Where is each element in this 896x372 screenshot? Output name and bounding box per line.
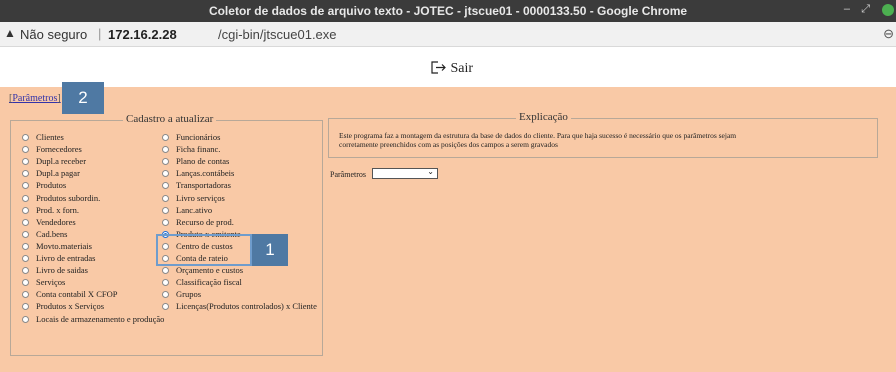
selection-highlight (156, 234, 252, 266)
annotation-badge-2: 2 (62, 82, 104, 114)
option-label[interactable]: Fornecedores (36, 144, 82, 154)
option-label[interactable]: Orçamento e custos (176, 265, 243, 275)
option-label[interactable]: Lanc.ativo (176, 205, 212, 215)
option-label[interactable]: Licenças(Produtos controlados) x Cliente (176, 301, 317, 311)
option-label[interactable]: Livro de entradas (36, 253, 95, 263)
parameters-link-label[interactable]: Parâmetros (12, 93, 57, 104)
option-label[interactable]: Classificação fiscal (176, 277, 242, 287)
option-label[interactable]: Funcionários (176, 132, 220, 142)
option-label[interactable]: Dupl.a receber (36, 156, 86, 166)
address-separator: | (98, 26, 102, 41)
option-label[interactable]: Livro de saidas (36, 265, 88, 275)
close-button[interactable] (882, 4, 894, 16)
annotation-badge-1: 1 (252, 234, 288, 266)
explanation-fieldset: Explicação Este programa faz a montagem … (328, 111, 878, 158)
minimize-button[interactable]: – (844, 3, 850, 15)
radio-left-15[interactable] (22, 315, 29, 323)
radio-left-8[interactable] (22, 230, 29, 238)
option-label[interactable]: Ficha financ. (176, 144, 220, 154)
option-label[interactable]: Conta contabil X CFOP (36, 289, 117, 299)
url-path[interactable]: /cgi-bin/jtscue01.exe (218, 27, 337, 42)
warning-icon: ▲ (4, 26, 16, 40)
parameters-select[interactable]: ⌄ (372, 167, 438, 179)
address-bar[interactable]: ▲ Não seguro | 172.16.2.28 /cgi-bin/jtsc… (0, 22, 896, 47)
radio-left-6[interactable] (22, 206, 29, 214)
option-label[interactable]: Clientes (36, 132, 64, 142)
extension-icon[interactable]: ⊖ (883, 26, 894, 42)
radio-right-0[interactable] (162, 134, 169, 141)
option-label[interactable]: Plano de contas (176, 156, 229, 166)
maximize-button[interactable]: ⤢ (861, 3, 870, 16)
url-host[interactable]: 172.16.2.28 (108, 27, 177, 42)
radio-right-7[interactable] (162, 218, 169, 226)
option-label[interactable]: Prod. x forn. (36, 205, 79, 215)
radio-left-10[interactable] (22, 255, 29, 262)
explanation-legend: Explicação (516, 111, 571, 123)
security-label[interactable]: Não seguro (20, 27, 87, 42)
exit-icon (431, 61, 446, 74)
window-title: Coletor de dados de arquivo texto - JOTE… (208, 4, 688, 18)
radio-right-5[interactable] (162, 194, 169, 202)
explanation-text: Este programa faz a montagem da estrutur… (339, 131, 737, 149)
option-label[interactable]: Dupl.a pagar (36, 168, 80, 178)
option-label[interactable]: Produtos subordin. (36, 193, 100, 203)
radio-left-0[interactable] (22, 134, 29, 141)
option-label[interactable]: Recurso de prod. (176, 217, 234, 227)
option-label[interactable]: Grupos (176, 289, 201, 299)
option-label[interactable]: Produtos (36, 180, 66, 190)
exit-label: Sair (450, 61, 474, 76)
radio-left-5[interactable] (22, 194, 29, 202)
option-label[interactable]: Lanças.contábeis (176, 168, 234, 178)
option-label[interactable]: Locais de armazenamento e produção (36, 314, 164, 324)
option-label[interactable]: Produtos x Serviços (36, 301, 104, 311)
option-label[interactable]: Transportadoras (176, 180, 231, 190)
option-label[interactable]: Livro serviços (176, 193, 225, 203)
radio-left-9[interactable] (22, 242, 29, 250)
chevron-down-icon: ⌄ (427, 167, 434, 176)
parameters-select-label: Parâmetros (330, 170, 366, 179)
option-label[interactable]: Serviços (36, 277, 65, 287)
radio-left-7[interactable] (22, 218, 29, 226)
parameters-link[interactable]: [Parâmetros] (9, 93, 61, 104)
option-label[interactable]: Movto.materiais (36, 241, 92, 251)
window-titlebar: Coletor de dados de arquivo texto - JOTE… (0, 0, 896, 22)
option-label[interactable]: Cad.bens (36, 229, 67, 239)
exit-button[interactable]: Sair (431, 61, 473, 77)
cadastro-legend: Cadastro a atualizar (123, 113, 217, 125)
radio-right-6[interactable] (162, 206, 169, 214)
option-label[interactable]: Vendedores (36, 217, 76, 227)
